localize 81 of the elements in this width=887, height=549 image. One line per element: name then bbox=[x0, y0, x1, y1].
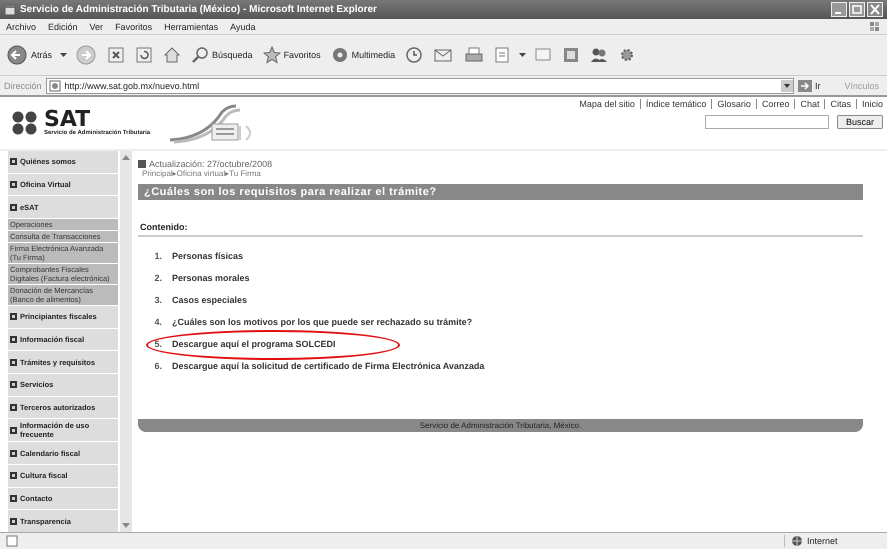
menu-item[interactable]: Favoritos bbox=[115, 22, 152, 32]
address-label: Dirección bbox=[4, 80, 42, 90]
menu-item[interactable]: Archivo bbox=[6, 22, 36, 32]
search-icon bbox=[191, 46, 210, 64]
nav-link[interactable]: Glosario bbox=[717, 99, 751, 109]
bullet-icon bbox=[10, 204, 17, 211]
page-done-icon bbox=[6, 535, 18, 547]
menu-item[interactable]: Ayuda bbox=[230, 22, 256, 32]
toolbar-button[interactable]: Atrás bbox=[4, 42, 54, 68]
browser-icon bbox=[4, 4, 16, 16]
bullet-icon bbox=[10, 495, 17, 502]
nav-link[interactable]: Índice temático bbox=[646, 99, 706, 109]
scroll-down-icon[interactable] bbox=[121, 522, 131, 530]
toolbar-button[interactable]: Favoritos bbox=[260, 44, 323, 66]
content-link[interactable]: ¿Cuáles son los motivos por los que puede ser rechazado su trámite? bbox=[172, 317, 472, 327]
bullet-icon bbox=[10, 336, 17, 344]
go-arrow-icon bbox=[798, 80, 812, 92]
history-icon bbox=[405, 46, 424, 64]
nav-link[interactable]: Chat bbox=[800, 99, 820, 109]
square-bullet-icon bbox=[138, 160, 146, 168]
search-field[interactable] bbox=[704, 115, 829, 129]
update-date: Actualización: 27/octubre/2008 bbox=[149, 159, 272, 169]
refresh-icon bbox=[135, 46, 154, 64]
menu-item[interactable]: Edición bbox=[48, 22, 78, 32]
content-link[interactable]: Personas físicas bbox=[172, 251, 244, 261]
content-link[interactable]: Personas morales bbox=[172, 273, 250, 283]
stop-icon bbox=[107, 46, 126, 64]
window-title: Servicio de Administración Tributaria (México) - Microsoft Internet Explorer bbox=[20, 4, 378, 15]
logo-wordmark: SAT bbox=[44, 110, 90, 130]
toolbar-app-icon bbox=[562, 46, 580, 64]
bullet-icon bbox=[10, 313, 17, 320]
globe-icon bbox=[791, 535, 803, 547]
media-icon bbox=[330, 46, 349, 64]
page-icon bbox=[48, 80, 61, 92]
breadcrumb: Principal▸Oficina virtual▸Tu Firma bbox=[142, 169, 262, 178]
star-icon bbox=[262, 46, 281, 64]
contents-label: Contenido: bbox=[138, 222, 863, 237]
home-icon bbox=[163, 46, 182, 64]
toolbar-button[interactable]: Multimedia bbox=[328, 44, 398, 66]
windows-logo-icon bbox=[869, 20, 881, 32]
printer-icon bbox=[465, 46, 484, 64]
content-link[interactable]: Descargue aquí la solicitud de certificado de Firma Electrónica Avanzada bbox=[172, 361, 484, 371]
bullet-icon bbox=[10, 158, 17, 166]
nav-link[interactable]: Mapa del sitio bbox=[579, 99, 635, 109]
dropdown-caret-icon[interactable] bbox=[60, 53, 68, 57]
item-number: 5. bbox=[153, 339, 162, 349]
status-zone: Internet bbox=[807, 536, 838, 546]
menu-item[interactable]: Ver bbox=[90, 22, 104, 32]
menu-item[interactable]: Herramientas bbox=[164, 22, 218, 32]
nav-link[interactable]: Correo bbox=[762, 99, 790, 109]
toolbar-button[interactable]: Búsqueda bbox=[189, 44, 255, 66]
scroll-bar[interactable] bbox=[120, 151, 132, 532]
bullet-icon bbox=[10, 472, 17, 480]
content-link[interactable]: Casos especiales bbox=[172, 295, 248, 305]
nav-link[interactable]: Citas bbox=[830, 99, 851, 109]
minimize-button[interactable] bbox=[831, 2, 847, 17]
edit-icon bbox=[493, 46, 512, 64]
dropdown-caret-icon[interactable] bbox=[519, 53, 526, 57]
section-heading: ¿Cuáles son los requisitos para realizar el trámite? bbox=[138, 184, 863, 200]
bullet-icon bbox=[10, 450, 17, 457]
bullet-icon bbox=[10, 181, 17, 188]
content-link[interactable]: Descargue aquí el programa SOLCEDI bbox=[172, 339, 336, 349]
go-button[interactable]: Ir bbox=[798, 80, 820, 92]
address-field[interactable]: http://www.sat.gob.mx/nuevo.html bbox=[46, 78, 794, 94]
bullet-icon bbox=[10, 381, 17, 388]
item-number: 6. bbox=[153, 361, 162, 371]
item-number: 3. bbox=[153, 295, 162, 305]
item-number: 4. bbox=[153, 317, 162, 327]
search-button[interactable]: Buscar bbox=[836, 115, 883, 129]
item-number: 2. bbox=[153, 273, 162, 283]
close-button[interactable] bbox=[867, 2, 883, 17]
bullet-icon bbox=[10, 426, 17, 434]
bullet-icon bbox=[10, 518, 17, 525]
bullet-icon bbox=[10, 358, 17, 366]
messenger-icon bbox=[590, 46, 608, 64]
item-number: 1. bbox=[153, 251, 162, 261]
scroll-up-icon[interactable] bbox=[121, 153, 131, 161]
maximize-button[interactable] bbox=[849, 2, 865, 17]
nav-link[interactable]: Inicio bbox=[862, 99, 883, 109]
bullet-icon bbox=[10, 404, 17, 412]
footer-bar: Servicio de Administración Tributaria, México. bbox=[138, 419, 863, 432]
